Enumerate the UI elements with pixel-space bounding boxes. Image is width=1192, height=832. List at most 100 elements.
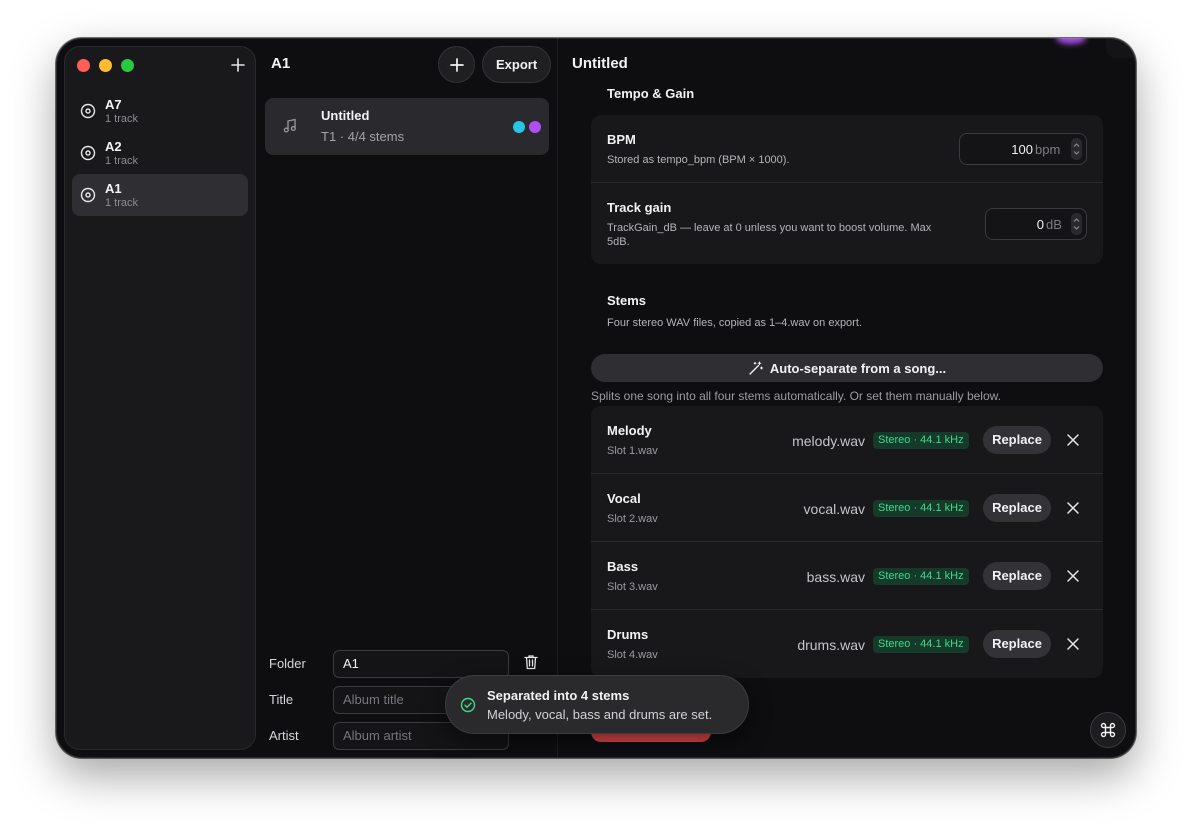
stem-row-melody: Melody Slot 1.wav melody.wav Stereo · 44… — [591, 406, 1103, 474]
stem-name: Drums — [607, 627, 649, 642]
music-note-icon — [283, 118, 296, 133]
stem-name: Bass — [607, 559, 639, 574]
track-name: Untitled — [321, 108, 370, 123]
close-icon[interactable] — [1066, 501, 1080, 515]
gain-label: Track gain — [607, 200, 672, 215]
stem-row-bass: Bass Slot 3.wav bass.wav Stereo · 44.1 k… — [591, 542, 1103, 610]
artist-label: Artist — [269, 728, 299, 743]
gain-stepper[interactable]: 0 dB — [985, 208, 1087, 240]
tempo-gain-card: BPM Stored as tempo_bpm (BPM × 1000). 10… — [591, 115, 1103, 264]
stem-slot: Slot 4.wav — [607, 649, 658, 661]
toast-title: Separated into 4 stems — [487, 688, 630, 703]
disc-icon — [80, 187, 96, 203]
track-color-dot — [529, 121, 541, 133]
stem-file-name: vocal.wav — [803, 501, 865, 517]
track-color-dot — [513, 121, 525, 133]
stepper-chevrons-icon — [1073, 143, 1080, 155]
sidebar-item-name: A1 — [105, 180, 122, 196]
track-detail-panel: Untitled Tempo & Gain BPM Stored as temp… — [558, 38, 1136, 758]
replace-stem-button[interactable]: Replace — [983, 494, 1051, 522]
sidebar-item-a7[interactable]: A7 1 track — [72, 90, 248, 132]
stem-format-badge: Stereo · 44.1 kHz — [873, 568, 969, 585]
stem-name: Melody — [607, 423, 652, 438]
replace-stem-button[interactable]: Replace — [983, 630, 1051, 658]
close-icon[interactable] — [1066, 569, 1080, 583]
stepper-chevrons-icon — [1073, 218, 1080, 230]
folder-title: A1 — [271, 55, 291, 72]
close-icon[interactable] — [1066, 637, 1080, 651]
zoom-window-button[interactable] — [121, 59, 134, 72]
bpm-unit: bpm — [1035, 142, 1061, 157]
app-menu-button[interactable] — [1090, 712, 1126, 748]
stem-row-vocal: Vocal Slot 2.wav vocal.wav Stereo · 44.1… — [591, 474, 1103, 542]
stem-file-name: drums.wav — [797, 637, 865, 653]
bpm-description: Stored as tempo_bpm (BPM × 1000). — [607, 154, 790, 166]
toast-message: Melody, vocal, bass and drums are set. — [487, 707, 713, 722]
stem-format-badge: Stereo · 44.1 kHz — [873, 636, 969, 653]
add-track-button[interactable] — [438, 46, 475, 83]
sidebar-item-name: A2 — [105, 138, 122, 154]
gain-description-line2: 5dB. — [607, 236, 630, 248]
gain-value: 0 — [1036, 217, 1044, 232]
export-button[interactable]: Export — [482, 46, 552, 83]
minimize-window-button[interactable] — [99, 59, 112, 72]
sidebar-item-count: 1 track — [105, 196, 139, 209]
stem-name: Vocal — [607, 491, 641, 506]
disc-icon — [80, 145, 96, 161]
success-toast: Separated into 4 stems Melody, vocal, ba… — [445, 675, 749, 734]
track-stem-count: T1 · 4/4 stems — [321, 129, 405, 144]
stem-format-badge: Stereo · 44.1 kHz — [873, 432, 969, 449]
trash-icon[interactable] — [522, 653, 540, 671]
gain-unit: dB — [1046, 217, 1062, 232]
top-panel-edge — [1106, 38, 1136, 58]
stem-file-name: bass.wav — [806, 569, 865, 585]
command-icon — [1100, 722, 1116, 738]
sidebar: A7 1 track A2 1 track A1 1 track — [64, 46, 256, 750]
track-list-item[interactable]: Untitled T1 · 4/4 stems — [265, 98, 549, 155]
replace-stem-button[interactable]: Replace — [983, 426, 1051, 454]
stems-heading: Stems — [607, 293, 647, 308]
auto-separate-note: Splits one song into all four stems auto… — [591, 389, 1001, 403]
stem-slot: Slot 3.wav — [607, 581, 658, 593]
close-icon[interactable] — [1066, 433, 1080, 447]
stem-row-drums: Drums Slot 4.wav drums.wav Stereo · 44.1… — [591, 610, 1103, 678]
close-window-button[interactable] — [77, 59, 90, 72]
folder-name-input[interactable]: A1 — [333, 650, 509, 678]
disc-icon — [80, 103, 96, 119]
track-list-panel: A1 Export Untitled T1 · 4/4 stems Folder… — [256, 38, 558, 758]
bpm-stepper[interactable]: 100 bpm — [959, 133, 1087, 165]
gain-stepper-arrows[interactable] — [1071, 213, 1082, 235]
folder-label: Folder — [269, 656, 306, 671]
tempo-gain-heading: Tempo & Gain — [607, 86, 695, 101]
window-controls — [77, 59, 134, 72]
sidebar-item-count: 1 track — [105, 112, 139, 125]
title-label: Title — [269, 692, 294, 707]
app-window: A7 1 track A2 1 track A1 1 track A1 Expo… — [56, 38, 1136, 758]
magic-wand-icon — [749, 360, 763, 375]
stem-file-name: melody.wav — [792, 433, 865, 449]
detail-title: Untitled — [572, 55, 628, 72]
sidebar-item-a1[interactable]: A1 1 track — [72, 174, 248, 216]
sidebar-item-name: A7 — [105, 96, 122, 112]
stems-description: Four stereo WAV files, copied as 1–4.wav… — [607, 317, 862, 329]
plus-icon — [449, 57, 464, 72]
sidebar-item-count: 1 track — [105, 154, 139, 167]
folder-list: A7 1 track A2 1 track A1 1 track — [72, 90, 248, 216]
stem-slot: Slot 2.wav — [607, 513, 658, 525]
auto-separate-label: Auto-separate from a song... — [769, 360, 947, 376]
bpm-value: 100 — [1011, 142, 1033, 157]
stem-format-badge: Stereo · 44.1 kHz — [873, 500, 969, 517]
replace-stem-button[interactable]: Replace — [983, 562, 1051, 590]
check-circle-icon — [460, 697, 476, 713]
bpm-stepper-arrows[interactable] — [1071, 138, 1082, 160]
auto-separate-button[interactable]: Auto-separate from a song... — [591, 354, 1103, 382]
plus-icon — [231, 58, 245, 72]
stems-card: Melody Slot 1.wav melody.wav Stereo · 44… — [591, 406, 1103, 678]
bpm-label: BPM — [607, 132, 636, 147]
add-folder-button[interactable] — [227, 54, 249, 76]
gain-description-line1: TrackGain_dB — leave at 0 unless you wan… — [607, 222, 932, 234]
gain-row: Track gain TrackGain_dB — leave at 0 unl… — [591, 183, 1103, 264]
stem-slot: Slot 1.wav — [607, 445, 658, 457]
bpm-row: BPM Stored as tempo_bpm (BPM × 1000). 10… — [591, 115, 1103, 183]
sidebar-item-a2[interactable]: A2 1 track — [72, 132, 248, 174]
